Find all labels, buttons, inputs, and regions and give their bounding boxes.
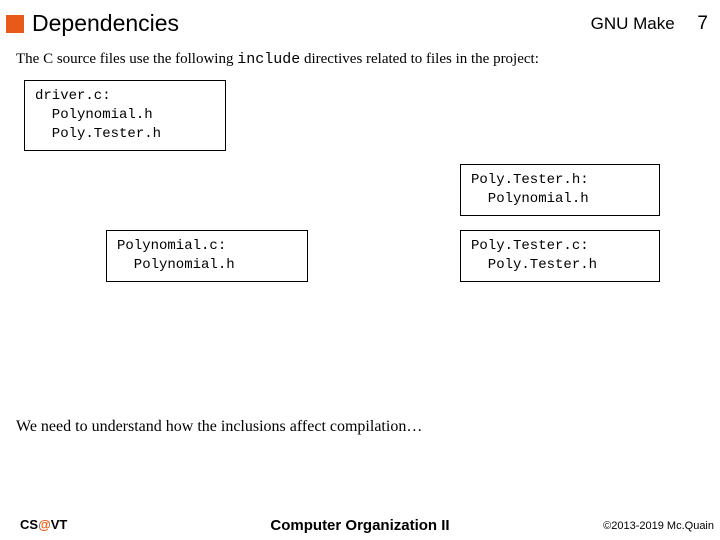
dep-box-driver: driver.c: Polynomial.h Poly.Tester.h bbox=[24, 80, 226, 151]
intro-code: include bbox=[237, 51, 300, 68]
dependency-boxes: driver.c: Polynomial.h Poly.Tester.h Pol… bbox=[0, 74, 720, 304]
footer-copyright: ©2013-2019 Mc.Quain bbox=[603, 520, 714, 532]
footer-left: CS@VT bbox=[20, 517, 67, 532]
intro-post: directives related to files in the proje… bbox=[300, 51, 539, 67]
slide-footer: CS@VT Computer Organization II ©2013-201… bbox=[0, 517, 720, 532]
footer-at: @ bbox=[38, 517, 51, 532]
header-context: GNU Make 7 bbox=[591, 13, 708, 35]
slide-header: Dependencies GNU Make 7 bbox=[0, 0, 720, 43]
footer-cs: CS bbox=[20, 517, 38, 532]
intro-pre: The C source files use the following bbox=[16, 51, 237, 67]
dep-box-polynomial-c: Polynomial.c: Polynomial.h bbox=[106, 230, 308, 282]
context-label: GNU Make bbox=[591, 14, 675, 33]
dep-box-polytester-c: Poly.Tester.c: Poly.Tester.h bbox=[460, 230, 660, 282]
footer-vt: VT bbox=[51, 517, 68, 532]
outro-text: We need to understand how the inclusions… bbox=[16, 418, 422, 436]
footer-center: Computer Organization II bbox=[270, 517, 449, 534]
dep-box-polytester-h: Poly.Tester.h: Polynomial.h bbox=[460, 164, 660, 216]
bullet-icon bbox=[6, 15, 24, 33]
page-number: 7 bbox=[697, 13, 708, 35]
intro-text: The C source files use the following inc… bbox=[0, 43, 720, 74]
slide-title: Dependencies bbox=[32, 10, 591, 37]
